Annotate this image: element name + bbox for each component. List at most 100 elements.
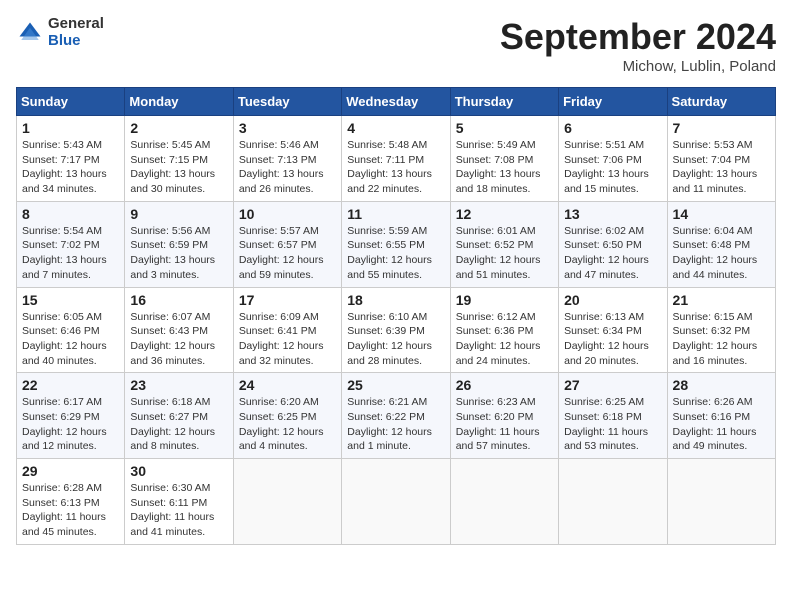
location: Michow, Lublin, Poland (500, 58, 776, 75)
title-block: September 2024 Michow, Lublin, Poland (500, 16, 776, 75)
day-info: Sunrise: 6:12 AM Sunset: 6:36 PM Dayligh… (456, 310, 553, 369)
header-cell-sunday: Sunday (17, 88, 125, 116)
day-cell (559, 459, 667, 545)
day-number: 7 (673, 120, 770, 136)
day-info: Sunrise: 5:45 AM Sunset: 7:15 PM Dayligh… (130, 138, 227, 197)
day-cell: 5 Sunrise: 5:49 AM Sunset: 7:08 PM Daylig… (450, 116, 558, 202)
day-cell: 10 Sunrise: 5:57 AM Sunset: 6:57 PM Dayli… (233, 201, 341, 287)
day-number: 2 (130, 120, 227, 136)
day-number: 12 (456, 206, 553, 222)
day-number: 24 (239, 377, 336, 393)
day-cell: 24 Sunrise: 6:20 AM Sunset: 6:25 PM Dayli… (233, 373, 341, 459)
day-cell: 17Sunrise: 6:09 AM Sunset: 6:41 PM Dayli… (233, 287, 341, 373)
day-info: Sunrise: 6:02 AM Sunset: 6:50 PM Dayligh… (564, 224, 661, 283)
day-info: Sunrise: 6:28 AM Sunset: 6:13 PM Dayligh… (22, 481, 119, 540)
page-header: General Blue September 2024 Michow, Lubl… (16, 16, 776, 75)
week-row-4: 22Sunrise: 6:17 AM Sunset: 6:29 PM Dayli… (17, 373, 776, 459)
day-cell: 7 Sunrise: 5:53 AM Sunset: 7:04 PM Daylig… (667, 116, 775, 202)
day-cell: 27 Sunrise: 6:25 AM Sunset: 6:18 PM Dayli… (559, 373, 667, 459)
day-cell: 22Sunrise: 6:17 AM Sunset: 6:29 PM Dayli… (17, 373, 125, 459)
day-cell: 4Sunrise: 5:48 AM Sunset: 7:11 PM Daylig… (342, 116, 450, 202)
header-cell-saturday: Saturday (667, 88, 775, 116)
day-info: Sunrise: 6:17 AM Sunset: 6:29 PM Dayligh… (22, 395, 119, 454)
day-cell: 1 Sunrise: 5:43 AM Sunset: 7:17 PM Daylig… (17, 116, 125, 202)
day-info: Sunrise: 6:15 AM Sunset: 6:32 PM Dayligh… (673, 310, 770, 369)
day-number: 18 (347, 292, 444, 308)
day-number: 28 (673, 377, 770, 393)
day-number: 19 (456, 292, 553, 308)
day-cell: 16Sunrise: 6:07 AM Sunset: 6:43 PM Dayli… (125, 287, 233, 373)
day-number: 1 (22, 120, 119, 136)
day-number: 8 (22, 206, 119, 222)
day-cell: 21 Sunrise: 6:15 AM Sunset: 6:32 PM Dayli… (667, 287, 775, 373)
day-cell: 13Sunrise: 6:02 AM Sunset: 6:50 PM Dayli… (559, 201, 667, 287)
day-info: Sunrise: 5:54 AM Sunset: 7:02 PM Dayligh… (22, 224, 119, 283)
day-number: 30 (130, 463, 227, 479)
day-info: Sunrise: 5:57 AM Sunset: 6:57 PM Dayligh… (239, 224, 336, 283)
day-number: 14 (673, 206, 770, 222)
day-cell: 6 Sunrise: 5:51 AM Sunset: 7:06 PM Daylig… (559, 116, 667, 202)
header-cell-wednesday: Wednesday (342, 88, 450, 116)
month-title: September 2024 (500, 16, 776, 58)
week-row-2: 8 Sunrise: 5:54 AM Sunset: 7:02 PM Daylig… (17, 201, 776, 287)
day-info: Sunrise: 5:46 AM Sunset: 7:13 PM Dayligh… (239, 138, 336, 197)
day-cell: 3Sunrise: 5:46 AM Sunset: 7:13 PM Daylig… (233, 116, 341, 202)
day-info: Sunrise: 6:26 AM Sunset: 6:16 PM Dayligh… (673, 395, 770, 454)
week-row-3: 15 Sunrise: 6:05 AM Sunset: 6:46 PM Dayli… (17, 287, 776, 373)
day-number: 11 (347, 206, 444, 222)
calendar-table: SundayMondayTuesdayWednesdayThursdayFrid… (16, 87, 776, 545)
day-cell: 23 Sunrise: 6:18 AM Sunset: 6:27 PM Dayli… (125, 373, 233, 459)
day-info: Sunrise: 6:07 AM Sunset: 6:43 PM Dayligh… (130, 310, 227, 369)
day-cell: 28 Sunrise: 6:26 AM Sunset: 6:16 PM Dayli… (667, 373, 775, 459)
day-cell: 30 Sunrise: 6:30 AM Sunset: 6:11 PM Dayli… (125, 459, 233, 545)
day-number: 9 (130, 206, 227, 222)
day-cell (233, 459, 341, 545)
day-number: 15 (22, 292, 119, 308)
logo: General Blue (16, 16, 104, 49)
day-info: Sunrise: 6:05 AM Sunset: 6:46 PM Dayligh… (22, 310, 119, 369)
day-cell: 8 Sunrise: 5:54 AM Sunset: 7:02 PM Daylig… (17, 201, 125, 287)
day-info: Sunrise: 6:13 AM Sunset: 6:34 PM Dayligh… (564, 310, 661, 369)
day-info: Sunrise: 5:43 AM Sunset: 7:17 PM Dayligh… (22, 138, 119, 197)
day-cell: 15 Sunrise: 6:05 AM Sunset: 6:46 PM Dayli… (17, 287, 125, 373)
day-cell: 25Sunrise: 6:21 AM Sunset: 6:22 PM Dayli… (342, 373, 450, 459)
logo-general-text: General (48, 15, 104, 32)
day-cell: 29 Sunrise: 6:28 AM Sunset: 6:13 PM Dayli… (17, 459, 125, 545)
day-info: Sunrise: 6:18 AM Sunset: 6:27 PM Dayligh… (130, 395, 227, 454)
day-number: 20 (564, 292, 661, 308)
day-cell (450, 459, 558, 545)
day-info: Sunrise: 6:23 AM Sunset: 6:20 PM Dayligh… (456, 395, 553, 454)
day-info: Sunrise: 6:20 AM Sunset: 6:25 PM Dayligh… (239, 395, 336, 454)
day-number: 26 (456, 377, 553, 393)
day-number: 5 (456, 120, 553, 136)
day-info: Sunrise: 5:51 AM Sunset: 7:06 PM Dayligh… (564, 138, 661, 197)
logo-blue-text: Blue (48, 32, 81, 49)
day-cell: 14Sunrise: 6:04 AM Sunset: 6:48 PM Dayli… (667, 201, 775, 287)
day-info: Sunrise: 6:21 AM Sunset: 6:22 PM Dayligh… (347, 395, 444, 454)
day-info: Sunrise: 6:30 AM Sunset: 6:11 PM Dayligh… (130, 481, 227, 540)
day-cell: 18 Sunrise: 6:10 AM Sunset: 6:39 PM Dayli… (342, 287, 450, 373)
header-cell-friday: Friday (559, 88, 667, 116)
day-cell: 26 Sunrise: 6:23 AM Sunset: 6:20 PM Dayli… (450, 373, 558, 459)
day-number: 10 (239, 206, 336, 222)
day-number: 29 (22, 463, 119, 479)
day-info: Sunrise: 5:49 AM Sunset: 7:08 PM Dayligh… (456, 138, 553, 197)
day-cell: 2 Sunrise: 5:45 AM Sunset: 7:15 PM Daylig… (125, 116, 233, 202)
day-cell: 9Sunrise: 5:56 AM Sunset: 6:59 PM Daylig… (125, 201, 233, 287)
day-info: Sunrise: 5:59 AM Sunset: 6:55 PM Dayligh… (347, 224, 444, 283)
day-number: 23 (130, 377, 227, 393)
day-info: Sunrise: 6:10 AM Sunset: 6:39 PM Dayligh… (347, 310, 444, 369)
week-row-5: 29 Sunrise: 6:28 AM Sunset: 6:13 PM Dayli… (17, 459, 776, 545)
calendar-header: SundayMondayTuesdayWednesdayThursdayFrid… (17, 88, 776, 116)
calendar-body: 1 Sunrise: 5:43 AM Sunset: 7:17 PM Daylig… (17, 116, 776, 545)
day-cell: 11 Sunrise: 5:59 AM Sunset: 6:55 PM Dayli… (342, 201, 450, 287)
day-number: 6 (564, 120, 661, 136)
day-cell (667, 459, 775, 545)
header-cell-thursday: Thursday (450, 88, 558, 116)
day-info: Sunrise: 6:25 AM Sunset: 6:18 PM Dayligh… (564, 395, 661, 454)
day-number: 27 (564, 377, 661, 393)
day-info: Sunrise: 5:53 AM Sunset: 7:04 PM Dayligh… (673, 138, 770, 197)
day-info: Sunrise: 6:01 AM Sunset: 6:52 PM Dayligh… (456, 224, 553, 283)
day-number: 4 (347, 120, 444, 136)
day-number: 21 (673, 292, 770, 308)
